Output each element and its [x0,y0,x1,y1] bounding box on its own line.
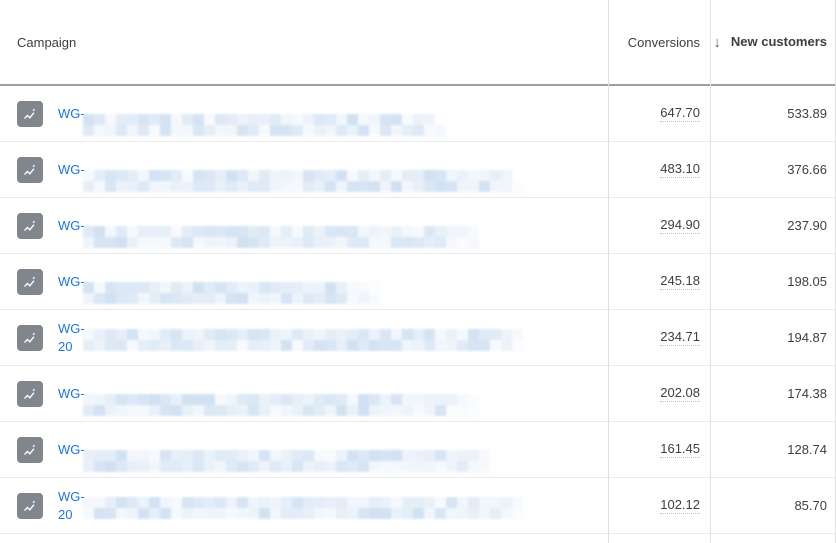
cell-conversions: 483.10 [609,142,710,197]
column-header-new-customers[interactable]: ↓ New customers [711,0,836,84]
redacted-campaign-name [83,328,523,353]
campaign-performance-icon [17,380,43,407]
column-header-new-customers-label: New customers [730,34,827,49]
campaign-performance-icon [17,212,43,239]
cell-campaign: WG- [0,422,608,477]
new-customers-value: 128.74 [787,442,827,457]
redacted-campaign-name [83,393,479,418]
cell-new-customers: 174.38 [711,366,836,421]
redacted-campaign-name [83,113,446,138]
conversions-value: 483.10 [660,161,700,178]
cell-new-customers: 198.05 [711,254,836,309]
campaign-performance-table: Campaign Conversions ↓ New customers WG-… [0,0,836,543]
column-header-campaign[interactable]: Campaign [0,0,608,84]
cell-campaign: WG- 20 [0,310,608,365]
table-header-row: Campaign Conversions ↓ New customers [0,0,836,86]
table-row[interactable]: WG- 294.90 237.90 [0,198,836,254]
conversions-value: 102.12 [660,497,700,514]
cell-conversions: 647.70 [609,86,710,141]
campaign-performance-icon [17,324,43,351]
cell-new-customers: 533.89 [711,86,836,141]
campaign-name-prefix: WG- [58,488,85,504]
table-row[interactable]: WG- 245.18 198.05 [0,254,836,310]
redacted-campaign-name [83,449,490,474]
new-customers-value: 85.70 [794,498,827,513]
redacted-campaign-name [83,225,479,250]
table-row[interactable]: WG- 20 102.12 85.70 [0,478,836,534]
cell-campaign: WG- [0,86,608,141]
cell-conversions: 102.12 [609,478,710,533]
column-header-conversions[interactable]: Conversions [609,0,710,84]
campaign-name-link[interactable]: WG- [58,273,608,304]
conversions-value: 234.71 [660,329,700,346]
cell-conversions: 161.45 [609,422,710,477]
campaign-performance-icon [17,156,43,183]
campaign-name-prefix: WG- [58,273,85,289]
campaign-name-link[interactable]: WG- [58,441,608,472]
campaign-name-link[interactable]: WG- [58,217,608,248]
cell-campaign: WG- [0,366,608,421]
campaign-name-link[interactable]: WG- [58,161,608,192]
table-row[interactable]: WG- 161.45 128.74 [0,422,836,478]
conversions-value: 647.70 [660,105,700,122]
campaign-performance-icon [17,100,43,127]
campaign-name-prefix: WG- [58,441,85,457]
cell-conversions: 234.71 [609,310,710,365]
cell-new-customers: 128.74 [711,422,836,477]
campaign-name-link[interactable]: WG- [58,105,608,136]
cell-new-customers: 376.66 [711,142,836,197]
conversions-value: 202.08 [660,385,700,402]
redacted-campaign-name [83,281,380,306]
campaign-name-prefix: WG- [58,161,85,177]
redacted-campaign-name [83,496,523,521]
table-body: WG- 647.70 533.89 WG- 483.10 376.66 WG- 294.90 2… [0,86,836,534]
new-customers-value: 174.38 [787,386,827,401]
new-customers-value: 194.87 [787,330,827,345]
table-row[interactable]: WG- 202.08 174.38 [0,366,836,422]
new-customers-value: 237.90 [787,218,827,233]
new-customers-value: 376.66 [787,162,827,177]
campaign-name-link[interactable]: WG- 20 [58,320,608,356]
cell-conversions: 202.08 [609,366,710,421]
cell-new-customers: 194.87 [711,310,836,365]
column-header-campaign-label: Campaign [17,34,77,50]
campaign-name-prefix: WG- [58,385,85,401]
table-row[interactable]: WG- 20 234.71 194.87 [0,310,836,366]
table-row[interactable]: WG- 647.70 533.89 [0,86,836,142]
cell-campaign: WG- 20 [0,478,608,533]
campaign-performance-icon [17,268,43,295]
cell-campaign: WG- [0,142,608,197]
conversions-value: 294.90 [660,217,700,234]
cell-new-customers: 85.70 [711,478,836,533]
campaign-name-second-line: 20 [58,338,73,354]
campaign-name-prefix: WG- [58,217,85,233]
conversions-value: 245.18 [660,273,700,290]
cell-conversions: 245.18 [609,254,710,309]
campaign-performance-icon [17,436,43,463]
arrow-down-icon: ↓ [713,33,721,51]
redacted-campaign-name [83,169,523,194]
campaign-name-prefix: WG- [58,320,85,336]
new-customers-value: 533.89 [787,106,827,121]
cell-new-customers: 237.90 [711,198,836,253]
cell-conversions: 294.90 [609,198,710,253]
new-customers-value: 198.05 [787,274,827,289]
table-row[interactable]: WG- 483.10 376.66 [0,142,836,198]
campaign-name-second-line: 20 [58,506,73,522]
campaign-performance-icon [17,492,43,519]
campaign-name-prefix: WG- [58,105,85,121]
conversions-value: 161.45 [660,441,700,458]
cell-campaign: WG- [0,254,608,309]
cell-campaign: WG- [0,198,608,253]
campaign-name-link[interactable]: WG- [58,385,608,416]
column-header-conversions-label: Conversions [627,34,700,50]
campaign-name-link[interactable]: WG- 20 [58,488,608,524]
